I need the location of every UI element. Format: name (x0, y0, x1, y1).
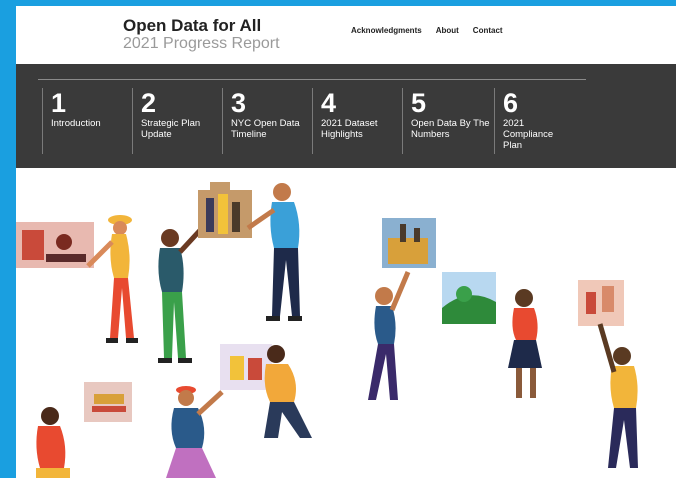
section-label: Introduction (51, 118, 101, 129)
section-link-6[interactable]: 6 2021 Compliance Plan (494, 88, 563, 154)
section-number: 4 (321, 88, 337, 118)
section-label: NYC Open Data Timeline (231, 118, 300, 140)
section-link-2[interactable]: 2 Strategic Plan Update (132, 88, 221, 154)
section-number: 3 (231, 88, 247, 118)
section-number: 2 (141, 88, 157, 118)
nav-link-contact[interactable]: Contact (473, 26, 503, 35)
section-label: 2021 Dataset Highlights (321, 118, 378, 140)
section-link-4[interactable]: 4 2021 Dataset Highlights (312, 88, 401, 154)
person-yellow (597, 323, 638, 468)
site-subtitle: 2021 Progress Report (123, 35, 280, 52)
section-link-5[interactable]: 5 Open Data By The Numbers (402, 88, 491, 154)
person-skirt (508, 289, 542, 398)
section-label: 2021 Compliance Plan (503, 118, 554, 151)
section-number: 1 (51, 88, 67, 118)
puzzle-piece-bottom-left (84, 382, 132, 422)
puzzle-piece-park (442, 272, 496, 324)
nav-link-about[interactable]: About (436, 26, 459, 35)
person-cap (166, 386, 224, 478)
person-reaching (368, 271, 411, 400)
puzzle-piece-left (16, 222, 94, 268)
person-hat (86, 215, 138, 343)
brand[interactable]: Open Data for All 2021 Progress Report (123, 16, 280, 53)
person-bottom-left (36, 407, 70, 478)
hero-illustration (16, 182, 638, 478)
section-divider (38, 79, 586, 80)
puzzle-piece-construction (382, 218, 436, 268)
person-crouching (264, 345, 312, 438)
site-title[interactable]: Open Data for All (123, 16, 280, 35)
puzzle-piece-pink (578, 280, 624, 326)
nav-link-acknowledgments[interactable]: Acknowledgments (351, 26, 422, 35)
person-green (158, 224, 206, 363)
section-label: Strategic Plan Update (141, 118, 201, 140)
person-blue-shirt (246, 183, 302, 321)
section-number: 6 (503, 88, 519, 118)
puzzle-piece-nyc (198, 182, 252, 238)
section-link-1[interactable]: 1 Introduction (42, 88, 131, 154)
section-nav: 1 Introduction 2 Strategic Plan Update 3… (16, 64, 676, 168)
section-link-3[interactable]: 3 NYC Open Data Timeline (222, 88, 311, 154)
section-number: 5 (411, 88, 427, 118)
puzzle-piece-street (220, 344, 272, 390)
section-label: Open Data By The Numbers (411, 118, 490, 140)
top-nav: Acknowledgments About Contact (351, 26, 503, 35)
report-page: Open Data for All 2021 Progress Report A… (16, 6, 676, 478)
